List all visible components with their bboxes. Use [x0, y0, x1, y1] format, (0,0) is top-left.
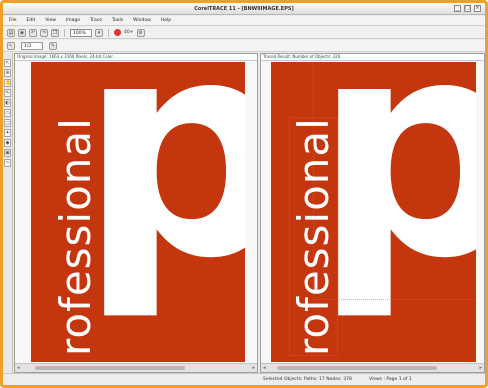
toolbox: ↖ ⊕ ✋ ✎ ◐ ▭ ◻ ✦ ◆ ▣ ~	[3, 53, 13, 373]
eraser-tool-icon[interactable]: ▭	[4, 109, 11, 117]
maximize-button[interactable]: □	[464, 5, 471, 12]
pointer-tool-icon[interactable]: ↖	[4, 59, 11, 67]
scroll-thumb[interactable]	[277, 366, 437, 370]
menu-file[interactable]: File	[9, 18, 17, 23]
menu-window[interactable]: Window	[133, 18, 151, 23]
undo-icon[interactable]: ↶	[29, 28, 37, 37]
traced-pane-header: Traced Result: Number of Objects: 326	[261, 54, 484, 61]
color-tool-icon[interactable]: ◐	[4, 99, 11, 107]
zoom-dropdown-icon[interactable]: ▾	[95, 28, 103, 37]
page-status: Views : Page 1 of 1	[369, 377, 412, 382]
original-pane-header: Original Image: 1663 x 3160 Pixels, 24-b…	[15, 54, 257, 61]
trace-setting[interactable]: 40+	[124, 30, 134, 35]
app-window: CorelTRACE 11 - [BNW9IMAGE.EPS] _ □ × Fi…	[0, 0, 488, 388]
minimize-button[interactable]: _	[454, 5, 461, 12]
artwork-word: rofessional	[51, 117, 100, 356]
smooth-tool-icon[interactable]: ~	[4, 159, 11, 167]
pan-tool-icon[interactable]: ✋	[4, 79, 11, 87]
scroll-left-icon[interactable]: ◂	[17, 365, 20, 371]
node-tool-icon[interactable]: ◆	[4, 139, 11, 147]
magic-wand-tool-icon[interactable]: ✦	[4, 129, 11, 137]
artwork-letter-p: p	[79, 62, 245, 300]
toolbar-divider	[64, 28, 65, 37]
eyedropper-tool-icon[interactable]: ✎	[4, 89, 11, 97]
main-toolbar: ▤ ◉ ↶ ↷ ❐ 100% ▾ 40+ ⚙	[3, 27, 485, 39]
pencil-icon[interactable]: ✎	[49, 41, 57, 50]
scroll-right-icon[interactable]: ▸	[479, 365, 482, 371]
original-image-canvas[interactable]: p rofessional	[31, 62, 245, 362]
zoom-tool-icon[interactable]: ⊕	[4, 69, 11, 77]
window-title: CorelTRACE 11 - [BNW9IMAGE.EPS]	[194, 6, 294, 12]
selection-status: Selected Objects: Paths: 17 Nodes: 378	[263, 377, 352, 382]
menu-help[interactable]: Help	[161, 18, 171, 23]
scroll-thumb[interactable]	[35, 366, 185, 370]
copy-icon[interactable]: ❐	[51, 28, 59, 37]
menu-image[interactable]: Image	[66, 18, 80, 23]
settings-icon[interactable]: ⚙	[136, 28, 145, 37]
traced-horizontal-scrollbar[interactable]: ◂ ▸	[261, 363, 484, 372]
open-icon[interactable]: ▤	[7, 28, 15, 37]
property-bar: ↖ 1/3 ✎	[3, 40, 485, 52]
original-horizontal-scrollbar[interactable]: ◂ ▸	[15, 363, 257, 372]
property-field[interactable]: 1/3	[21, 41, 43, 50]
traced-result-canvas[interactable]: p rofessional	[271, 62, 476, 362]
menu-bar: File Edit View Image Trace Tools Window …	[3, 16, 485, 26]
window-controls: _ □ ×	[454, 5, 481, 12]
traced-word: rofessional	[289, 117, 338, 356]
pick-tool-icon[interactable]: ↖	[7, 41, 15, 50]
scroll-right-icon[interactable]: ▸	[252, 365, 255, 371]
scroll-left-icon[interactable]: ◂	[263, 365, 266, 371]
status-bar: Selected Objects: Paths: 17 Nodes: 378 V…	[3, 373, 485, 385]
menu-trace[interactable]: Trace	[90, 18, 102, 23]
save-icon[interactable]: ◉	[18, 28, 26, 37]
trace-stop-icon[interactable]	[114, 29, 121, 36]
traced-result-pane: Traced Result: Number of Objects: 326 p …	[260, 53, 485, 373]
menu-tools[interactable]: Tools	[112, 18, 123, 23]
toolbar-divider	[108, 28, 109, 37]
fill-tool-icon[interactable]: ▣	[4, 149, 11, 157]
close-button[interactable]: ×	[474, 5, 481, 12]
original-image-pane: Original Image: 1663 x 3160 Pixels, 24-b…	[14, 53, 258, 373]
redo-icon[interactable]: ↷	[40, 28, 48, 37]
title-bar: CorelTRACE 11 - [BNW9IMAGE.EPS] _ □ ×	[3, 3, 485, 15]
select-tool-icon[interactable]: ◻	[4, 119, 11, 127]
menu-view[interactable]: View	[45, 18, 56, 23]
menu-edit[interactable]: Edit	[27, 18, 36, 23]
zoom-level-field[interactable]: 100%	[70, 28, 92, 37]
